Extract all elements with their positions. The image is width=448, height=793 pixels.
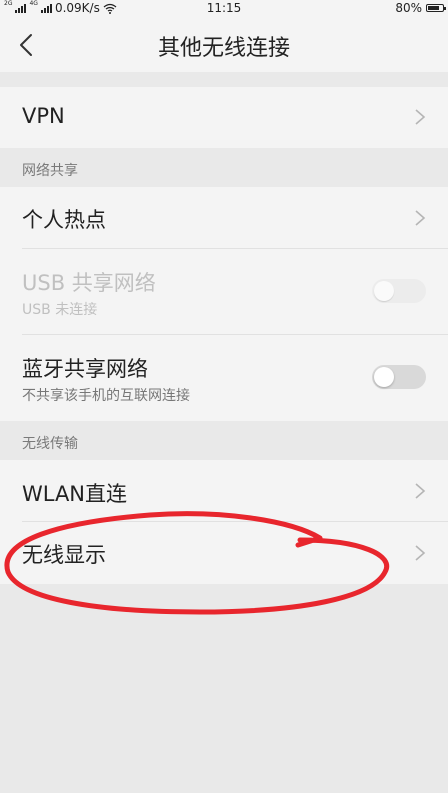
page-title: 其他无线连接 bbox=[157, 36, 290, 61]
vpn-label: VPN bbox=[22, 104, 65, 128]
wireless-display-label: 无线显示 bbox=[22, 543, 106, 567]
title-bar: 其他无线连接 bbox=[0, 18, 448, 72]
section-spacer bbox=[0, 72, 448, 87]
chevron-right-icon bbox=[415, 545, 426, 561]
status-time: 11:15 bbox=[206, 1, 242, 15]
list-item-vpn[interactable]: VPN bbox=[0, 87, 448, 148]
list-item-wlan-direct[interactable]: WLAN直连 bbox=[0, 460, 448, 522]
bluetooth-tethering-label: 蓝牙共享网络 bbox=[22, 357, 148, 381]
battery-percent: 80% bbox=[395, 1, 422, 15]
status-bar: 2G 4G 0.09K/s 11:15 80% bbox=[0, 0, 448, 18]
wlan-direct-label: WLAN直连 bbox=[22, 482, 128, 506]
section-header-network-sharing: 网络共享 bbox=[0, 148, 448, 187]
chevron-right-icon bbox=[415, 483, 426, 499]
list-item-hotspot[interactable]: 个人热点 bbox=[0, 187, 448, 249]
usb-tethering-toggle bbox=[372, 279, 426, 303]
hotspot-label: 个人热点 bbox=[22, 208, 106, 232]
list-item-bluetooth-tethering[interactable]: 蓝牙共享网络 不共享该手机的互联网连接 bbox=[0, 335, 448, 421]
battery-icon bbox=[426, 4, 446, 12]
bluetooth-tethering-toggle[interactable] bbox=[372, 365, 426, 389]
usb-tethering-status: USB 未连接 bbox=[22, 302, 98, 318]
status-right: 80% bbox=[395, 1, 446, 15]
section-header-wireless-transfer: 无线传输 bbox=[0, 421, 448, 460]
list-item-wireless-display[interactable]: 无线显示 bbox=[0, 522, 448, 584]
usb-tethering-label: USB 共享网络 bbox=[22, 271, 156, 295]
bluetooth-tethering-status: 不共享该手机的互联网连接 bbox=[22, 388, 190, 404]
list-item-usb-tethering: USB 共享网络 USB 未连接 bbox=[0, 249, 448, 335]
chevron-right-icon bbox=[415, 109, 426, 125]
chevron-right-icon bbox=[415, 210, 426, 226]
